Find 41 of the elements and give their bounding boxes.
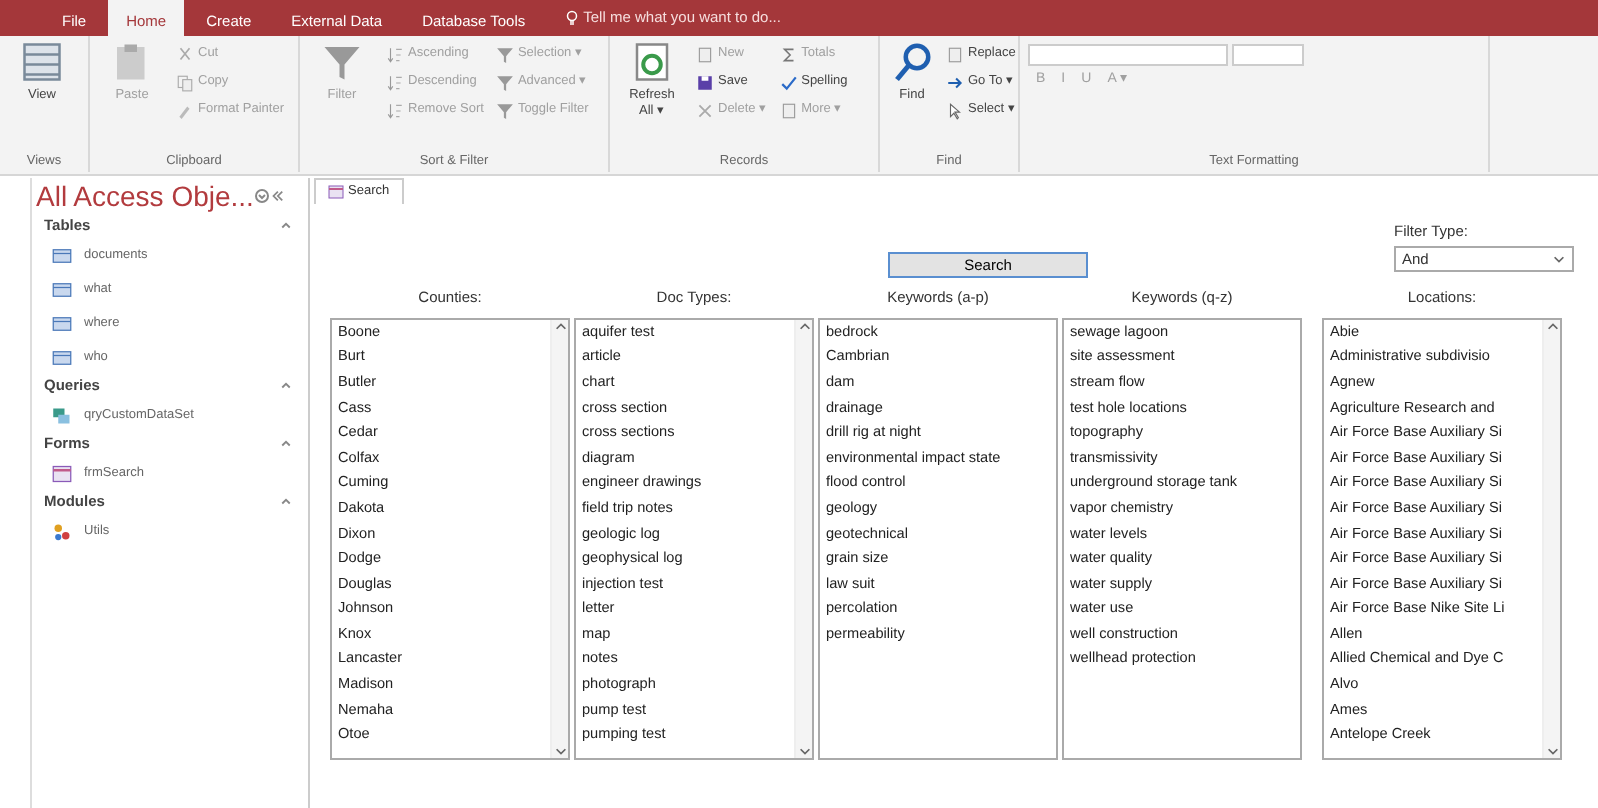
sigma-icon	[779, 45, 798, 63]
font-name-field[interactable]	[1028, 44, 1228, 66]
cursor-icon	[946, 101, 964, 119]
search-icon	[892, 40, 932, 84]
brush-icon	[176, 101, 194, 119]
query-icon	[52, 405, 72, 425]
module-icon	[52, 521, 72, 541]
form-icon	[328, 183, 344, 200]
scrollbar[interactable]	[1542, 319, 1560, 758]
scroll-down-icon	[1545, 743, 1559, 758]
sort-icon	[386, 45, 404, 63]
cross-icon	[696, 101, 714, 119]
scroll-up-icon	[553, 319, 567, 334]
font-size-field[interactable]	[1232, 44, 1304, 66]
scissors-icon	[176, 45, 194, 63]
scrollbar[interactable]	[550, 319, 568, 758]
table-icon	[52, 347, 72, 367]
document-icon	[779, 101, 798, 119]
lightbulb-icon	[563, 8, 580, 28]
arrow-icon	[946, 73, 964, 91]
sort-icon	[386, 73, 404, 91]
scrollbar[interactable]	[794, 319, 812, 758]
chevron-circle-icon	[253, 188, 270, 204]
form-icon	[52, 463, 72, 483]
table-icon	[52, 245, 72, 265]
scroll-down-icon	[553, 743, 567, 758]
copy-icon	[176, 73, 194, 91]
table-icon	[52, 313, 72, 333]
check-icon	[779, 73, 798, 91]
nav-pane-title[interactable]: All Access Obje...	[36, 178, 254, 214]
document-icon	[696, 45, 714, 63]
sort-icon	[386, 101, 404, 119]
list-box[interactable]	[1062, 317, 1302, 760]
list-box[interactable]	[1322, 317, 1562, 760]
scroll-down-icon	[797, 743, 811, 758]
scroll-up-icon	[797, 319, 811, 334]
collapse-icon	[269, 188, 284, 204]
grid-icon	[22, 40, 62, 84]
table-icon	[52, 279, 72, 299]
document-icon	[946, 45, 964, 63]
scroll-up-icon	[1545, 319, 1559, 334]
